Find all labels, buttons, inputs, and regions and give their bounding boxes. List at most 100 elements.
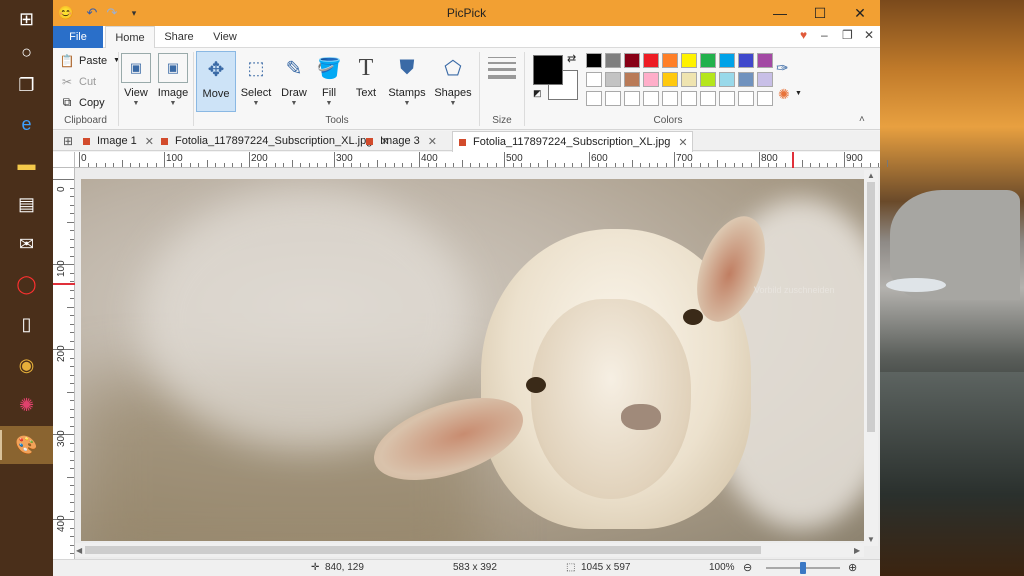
vertical-scrollbar[interactable]: ▲ ▼: [864, 170, 878, 546]
chrome-icon[interactable]: ◉: [0, 346, 53, 384]
file-explorer-icon[interactable]: ▬: [0, 145, 53, 183]
color-swatch[interactable]: [586, 91, 602, 106]
opera-icon[interactable]: ◯: [0, 265, 53, 303]
tab-share[interactable]: Share: [157, 26, 201, 48]
color-swatch[interactable]: [738, 91, 754, 106]
primary-color-front[interactable]: [533, 55, 563, 85]
reset-colors-icon[interactable]: ◩: [533, 88, 542, 99]
color-swatch[interactable]: [624, 72, 640, 87]
image-button[interactable]: ▣ Image ▼: [155, 51, 191, 112]
chevron-down-icon: ▼: [252, 100, 260, 107]
color-swatch[interactable]: [700, 72, 716, 87]
ribbon-close-icon[interactable]: ✕: [864, 28, 874, 42]
color-swatch[interactable]: [757, 53, 773, 68]
color-swatch[interactable]: [605, 91, 621, 106]
chevron-down-icon: ▼: [290, 100, 298, 107]
color-swatch[interactable]: [624, 91, 640, 106]
zoom-in-icon[interactable]: ⊕: [848, 561, 857, 574]
chevron-down-icon: ▼: [325, 100, 333, 107]
color-swatch[interactable]: [681, 72, 697, 87]
color-swatch[interactable]: [681, 53, 697, 68]
minimize-button[interactable]: —: [760, 0, 800, 26]
zoom-out-icon[interactable]: ⊖: [743, 561, 752, 574]
view-button[interactable]: ▣ View ▼: [120, 51, 152, 112]
color-swatch[interactable]: [719, 91, 735, 106]
color-swatch[interactable]: [662, 53, 678, 68]
tool-stamps[interactable]: ⛊ Stamps ▼: [387, 51, 427, 112]
scroll-down-icon[interactable]: ▼: [867, 535, 875, 544]
close-button[interactable]: ✕: [840, 0, 880, 26]
horizontal-scrollbar[interactable]: ◀ ▶: [75, 543, 864, 557]
color-wheel-icon[interactable]: ✺: [778, 86, 790, 103]
color-swatch[interactable]: [662, 72, 678, 87]
color-wheel-icon[interactable]: ✺: [0, 386, 53, 424]
picpick-icon[interactable]: 🎨: [0, 426, 53, 464]
color-picker-icon[interactable]: ✑: [776, 59, 789, 77]
tab-grid-icon[interactable]: ⊞: [57, 131, 79, 151]
tool-shapes[interactable]: ⬠ Shapes ▼: [431, 51, 475, 112]
mail-icon[interactable]: ✉: [0, 225, 53, 263]
color-swatch[interactable]: [700, 53, 716, 68]
tab-home[interactable]: Home: [105, 26, 155, 49]
document-icon[interactable]: ▯: [0, 305, 53, 343]
color-swatch[interactable]: [662, 91, 678, 106]
zoom-slider-thumb[interactable]: [800, 562, 806, 574]
heart-icon[interactable]: ♥: [800, 28, 807, 42]
color-swatch[interactable]: [605, 72, 621, 87]
color-swatch[interactable]: [586, 53, 602, 68]
doc-tab[interactable]: Image 1 ✕: [83, 131, 154, 151]
maximize-button[interactable]: ☐: [800, 0, 840, 26]
size-button[interactable]: [483, 51, 521, 112]
close-icon[interactable]: ✕: [428, 135, 437, 148]
color-swatch[interactable]: [643, 53, 659, 68]
color-swatch[interactable]: [757, 72, 773, 87]
copy-button[interactable]: ⧉ Copy: [59, 93, 105, 112]
color-swatch[interactable]: [757, 91, 773, 106]
doc-tab[interactable]: Fotolia_117897224_Subscription_XL.jpg ✕: [161, 131, 390, 151]
horizontal-scroll-thumb[interactable]: [85, 546, 761, 554]
tab-view[interactable]: View: [203, 26, 247, 48]
scroll-up-icon[interactable]: ▲: [867, 171, 875, 180]
color-swatch[interactable]: [643, 72, 659, 87]
vertical-scroll-thumb[interactable]: [867, 182, 875, 432]
tool-text[interactable]: T Text: [349, 51, 383, 112]
scroll-left-icon[interactable]: ◀: [76, 546, 82, 555]
cut-button[interactable]: ✂ Cut: [59, 72, 96, 91]
chevron-down-icon[interactable]: ▼: [795, 90, 802, 97]
sheep-photo[interactable]: Vorbild zuschneiden: [81, 179, 866, 541]
tab-file[interactable]: File: [53, 26, 103, 48]
edge-icon[interactable]: e: [0, 105, 53, 143]
ribbon-minimize-icon[interactable]: –: [821, 28, 828, 42]
doc-tab-label: Image 3: [380, 135, 420, 147]
close-icon[interactable]: ✕: [678, 136, 687, 149]
color-swatch[interactable]: [624, 53, 640, 68]
paste-button[interactable]: 📋 Paste ▼: [59, 51, 121, 70]
cursor-position: 840, 129: [325, 562, 364, 573]
separator: [524, 52, 525, 126]
canvas-area[interactable]: Vorbild zuschneiden: [75, 168, 880, 559]
ruler-corner: [53, 152, 75, 168]
color-swatch[interactable]: [605, 53, 621, 68]
tool-draw[interactable]: ✎ Draw ▼: [277, 51, 311, 112]
ribbon-restore-icon[interactable]: ❐: [842, 28, 853, 42]
task-view-icon[interactable]: ❐: [0, 66, 53, 104]
collapse-ribbon-icon[interactable]: ˄: [859, 114, 865, 125]
color-swatch[interactable]: [681, 91, 697, 106]
tool-move[interactable]: ✥ Move: [196, 51, 236, 112]
color-swatch[interactable]: [700, 91, 716, 106]
close-icon[interactable]: ✕: [145, 135, 154, 148]
clipboard-group-label: Clipboard: [64, 115, 107, 126]
color-swatch[interactable]: [643, 91, 659, 106]
doc-tab-active[interactable]: Fotolia_117897224_Subscription_XL.jpg ✕: [452, 131, 693, 152]
store-icon[interactable]: ▤: [0, 185, 53, 223]
tool-fill[interactable]: 🪣 Fill ▼: [313, 51, 345, 112]
swap-colors-icon[interactable]: ⇄: [567, 52, 576, 65]
scroll-right-icon[interactable]: ▶: [854, 546, 860, 555]
color-swatch[interactable]: [738, 53, 754, 68]
doc-tab[interactable]: Image 3 ✕: [366, 131, 437, 151]
color-swatch[interactable]: [586, 72, 602, 87]
tool-select[interactable]: ⬚ Select ▼: [238, 51, 274, 112]
color-swatch[interactable]: [738, 72, 754, 87]
color-swatch[interactable]: [719, 72, 735, 87]
color-swatch[interactable]: [719, 53, 735, 68]
